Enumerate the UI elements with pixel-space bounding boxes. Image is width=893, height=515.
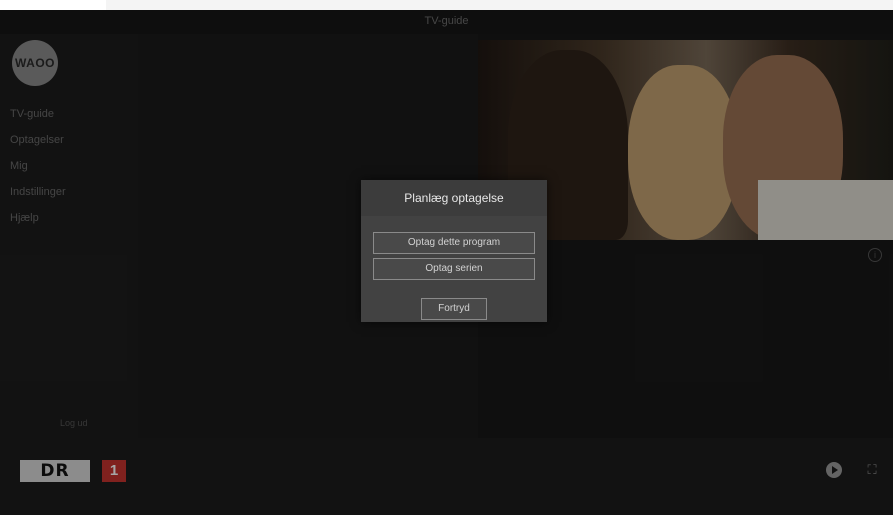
- top-strip: [0, 0, 893, 10]
- record-program-button[interactable]: Optag dette program: [373, 232, 535, 254]
- schedule-recording-dialog: Planlæg optagelse Optag dette program Op…: [361, 180, 547, 322]
- record-series-button[interactable]: Optag serien: [373, 258, 535, 280]
- cancel-button[interactable]: Fortryd: [421, 298, 487, 320]
- top-strip-left: [0, 0, 106, 10]
- dialog-title: Planlæg optagelse: [361, 180, 547, 216]
